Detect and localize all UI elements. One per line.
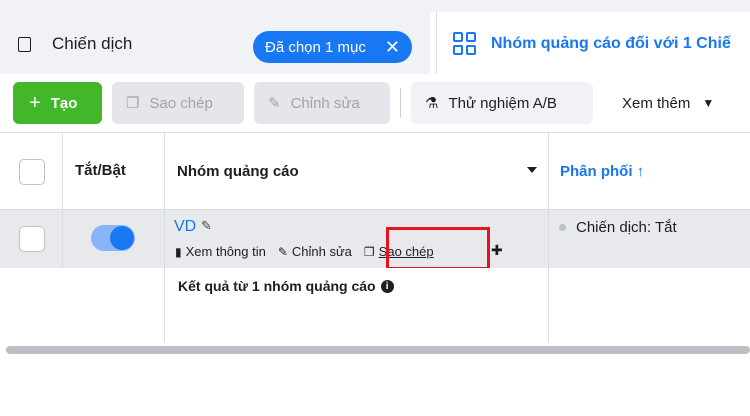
on-off-toggle[interactable] [91, 225, 135, 251]
edit-button-label: Chỉnh sửa [290, 94, 360, 112]
table-header: Tắt/Bật Nhóm quảng cáo Phân phối ↑ [0, 132, 750, 211]
copy-button-label: Sao chép [149, 94, 213, 112]
info-icon[interactable]: i [380, 279, 394, 293]
view-info-label: Xem thông tin [185, 244, 266, 259]
selected-badge-label: Đã chọn 1 mục [265, 38, 366, 56]
copy-icon: ❐ [126, 95, 140, 112]
pencil-icon[interactable]: ✎ [201, 218, 212, 234]
copy-button[interactable]: ❐ Sao chép [112, 82, 244, 124]
tab-campaign[interactable]: Chiến dịch Đã chọn 1 mục ✕ [0, 12, 430, 74]
folder-icon [18, 37, 31, 52]
more-button-label: Xem thêm [622, 94, 691, 112]
toolbar-divider [400, 88, 401, 118]
selected-badge[interactable]: Đã chọn 1 mục ✕ [253, 31, 412, 63]
caret-down-icon: ▼ [702, 96, 715, 110]
view-info-link[interactable]: ▮ Xem thông tin [175, 244, 266, 259]
row-edit-label: Chỉnh sửa [291, 244, 352, 259]
ab-test-button-label: Thử nghiệm A/B [448, 94, 557, 112]
column-divider [548, 133, 549, 211]
row-edit-link[interactable]: ✎ Chỉnh sửa [278, 244, 352, 259]
header-adset-name[interactable]: Nhóm quảng cáo [177, 163, 299, 180]
plus-icon: + [29, 91, 41, 114]
highlight-box [386, 227, 490, 270]
edit-button[interactable]: ✎ Chỉnh sửa [254, 82, 390, 124]
top-strip [0, 0, 750, 12]
copy-icon: ❐ [363, 244, 375, 259]
header-toggle: Tắt/Bật [75, 162, 126, 179]
horizontal-scrollbar[interactable] [6, 346, 750, 354]
column-divider [164, 268, 165, 342]
delivery-status: Chiến dịch: Tắt [559, 219, 677, 236]
column-divider [62, 133, 63, 211]
pencil-icon: ✎ [277, 244, 288, 259]
column-divider [548, 210, 549, 268]
table-row: VD ✎ ▮ Xem thông tin ✎ Chỉnh sửa ❐ Sao c… [0, 210, 750, 268]
row-checkbox[interactable] [19, 226, 45, 252]
header-delivery[interactable]: Phân phối ↑ [560, 163, 644, 180]
pin-icon[interactable]: ✚ [491, 242, 503, 259]
caret-down-icon[interactable] [527, 167, 537, 173]
column-divider [62, 210, 63, 268]
grid-icon [453, 32, 477, 56]
select-all-checkbox[interactable] [19, 159, 45, 185]
column-divider [164, 210, 165, 268]
column-divider [548, 268, 549, 342]
bar-chart-icon: ▮ [175, 244, 182, 259]
flask-icon: ⚗ [425, 95, 439, 112]
bottom-area [0, 354, 750, 416]
tab-adset-label: Nhóm quảng cáo đối với 1 Chiế [491, 35, 731, 52]
tab-bar: Chiến dịch Đã chọn 1 mục ✕ Nhóm quảng cá… [0, 12, 750, 74]
table-summary: Kết quả từ 1 nhóm quảng cáo i [0, 268, 750, 342]
toolbar: + Tạo ❐ Sao chép ✎ Chỉnh sửa ⚗ Thử nghiệ… [0, 74, 750, 132]
create-button-label: Tạo [50, 94, 78, 112]
tab-campaign-label: Chiến dịch [52, 34, 133, 53]
tab-adset[interactable]: Nhóm quảng cáo đối với 1 Chiế [436, 12, 750, 74]
status-dot [559, 224, 566, 231]
adset-name-link[interactable]: VD [174, 218, 196, 236]
create-button[interactable]: + Tạo [13, 82, 102, 124]
summary-text: Kết quả từ 1 nhóm quảng cáo i [178, 278, 394, 294]
toggle-knob [110, 226, 134, 250]
ab-test-button[interactable]: ⚗ Thử nghiệm A/B [411, 82, 593, 124]
summary-label: Kết quả từ 1 nhóm quảng cáo [178, 278, 376, 294]
close-icon[interactable]: ✕ [385, 38, 400, 56]
delivery-status-text: Chiến dịch: Tắt [576, 219, 677, 236]
more-button[interactable]: Xem thêm ▼ [608, 82, 728, 124]
column-divider [164, 133, 165, 211]
pencil-icon: ✎ [268, 95, 281, 112]
